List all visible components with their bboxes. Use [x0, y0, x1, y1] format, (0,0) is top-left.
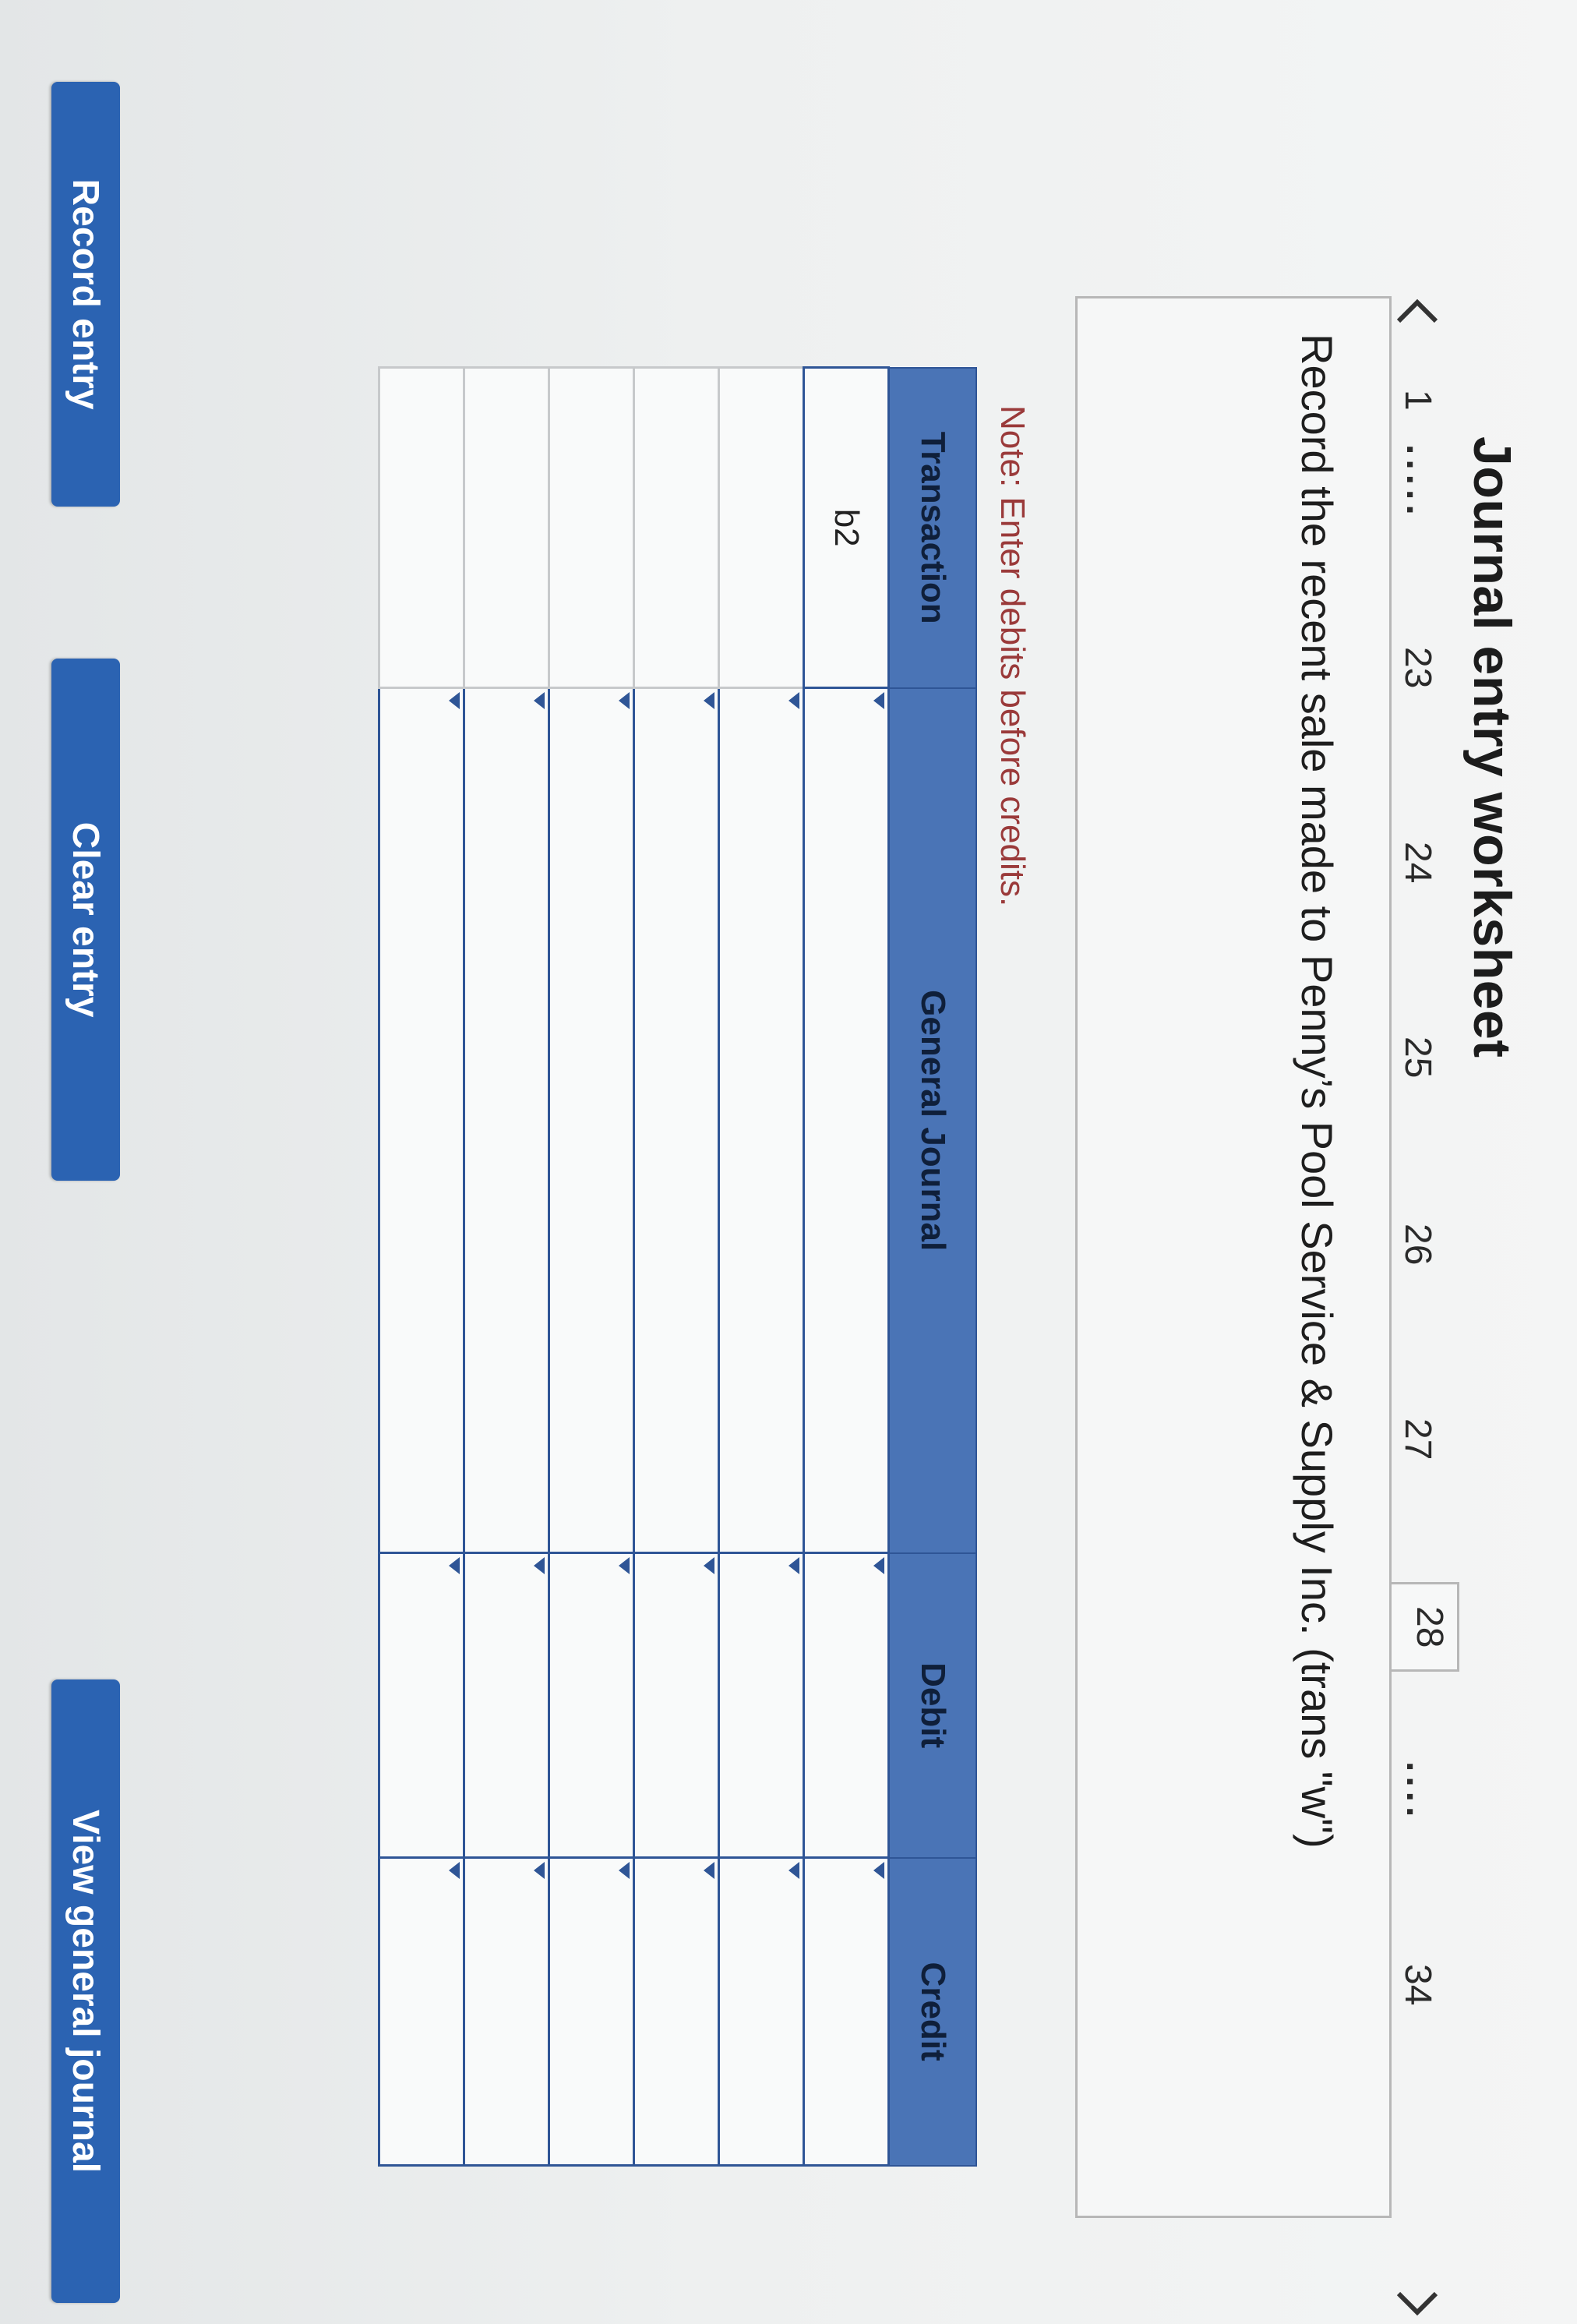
question-panel: Record the recent sale made to Penny’s P… [1075, 296, 1392, 2218]
table-row [549, 367, 634, 2166]
dropdown-marker-icon [704, 1862, 714, 1880]
dropdown-marker-icon [704, 1557, 714, 1574]
dropdown-marker-icon [534, 1862, 545, 1880]
dropdown-marker-icon [788, 1862, 799, 1880]
clear-entry-button[interactable]: Clear entry [51, 659, 120, 1181]
transaction-cell [549, 367, 634, 688]
dropdown-marker-icon [534, 1557, 545, 1574]
chevron-left-icon[interactable] [1394, 296, 1441, 327]
dropdown-marker-icon [449, 1862, 460, 1880]
credit-input-cell[interactable] [803, 1857, 889, 2166]
page-link-1[interactable]: 1 [1396, 390, 1439, 411]
transaction-cell: b2 [803, 367, 889, 688]
page-link-23[interactable]: 23 [1396, 647, 1439, 688]
account-input-cell[interactable] [379, 687, 464, 1553]
transaction-cell [464, 367, 549, 688]
column-header-credit: Credit [888, 1857, 976, 2166]
page-title: Journal entry worksheet [1462, 436, 1522, 1058]
account-input-cell[interactable] [549, 687, 634, 1553]
account-input-cell[interactable] [464, 687, 549, 1553]
page-link-34[interactable]: 34 [1396, 1964, 1439, 2005]
view-general-journal-button[interactable]: View general journal [51, 1679, 120, 2303]
chevron-right-icon[interactable] [1394, 2287, 1441, 2319]
page-link-25[interactable]: 25 [1396, 1037, 1439, 1078]
dropdown-marker-icon [788, 1557, 799, 1574]
dropdown-marker-icon [788, 692, 799, 710]
credit-input-cell[interactable] [549, 1857, 634, 2166]
account-input-cell[interactable] [633, 687, 719, 1553]
dropdown-marker-icon [873, 1557, 884, 1574]
table-header-row: Transaction General Journal Debit Credit [888, 367, 976, 2166]
debit-input-cell[interactable] [379, 1552, 464, 1858]
table-row [633, 367, 719, 2166]
dropdown-marker-icon [449, 692, 460, 710]
credit-input-cell[interactable] [633, 1857, 719, 2166]
pager-ellipsis: ..... [1399, 444, 1440, 520]
debit-input-cell[interactable] [549, 1552, 634, 1858]
dropdown-marker-icon [449, 1557, 460, 1574]
column-header-transaction: Transaction [888, 367, 976, 688]
page-link-28-active[interactable]: 28 [1385, 1582, 1459, 1672]
table-row [464, 367, 549, 2166]
transaction-cell [633, 367, 719, 688]
column-header-debit: Debit [888, 1552, 976, 1858]
debit-input-cell[interactable] [718, 1552, 804, 1858]
table-row: b2 [803, 367, 889, 2166]
worksheet-screen: Journal entry worksheet 1 ..... 23 24 25… [0, 0, 1577, 2324]
pager-ellipsis: .... [1399, 1761, 1440, 1822]
dropdown-marker-icon [873, 1862, 884, 1880]
dropdown-marker-icon [619, 692, 630, 710]
table-row [718, 367, 804, 2166]
dropdown-marker-icon [619, 1557, 630, 1574]
column-header-general-journal: General Journal [888, 687, 976, 1553]
debit-input-cell[interactable] [464, 1552, 549, 1858]
question-prompt: Record the recent sale made to Penny’s P… [1293, 334, 1342, 1849]
credit-input-cell[interactable] [379, 1857, 464, 2166]
record-entry-button[interactable]: Record entry [51, 82, 120, 507]
dropdown-marker-icon [619, 1862, 630, 1880]
table-row [379, 367, 464, 2166]
debit-input-cell[interactable] [803, 1552, 889, 1858]
dropdown-marker-icon [873, 692, 884, 710]
credit-input-cell[interactable] [464, 1857, 549, 2166]
entry-note: Note: Enter debits before credits. [993, 405, 1032, 907]
dropdown-marker-icon [534, 692, 545, 710]
debit-input-cell[interactable] [633, 1552, 719, 1858]
credit-input-cell[interactable] [718, 1857, 804, 2166]
transaction-cell [718, 367, 804, 688]
journal-entry-table: Transaction General Journal Debit Credit… [378, 366, 977, 2167]
page-link-27[interactable]: 27 [1396, 1418, 1439, 1460]
page-link-24[interactable]: 24 [1396, 842, 1439, 883]
dropdown-marker-icon [704, 692, 714, 710]
action-bar: Record entry Clear entry View general jo… [26, 0, 143, 2324]
page-link-26[interactable]: 26 [1396, 1224, 1439, 1265]
transaction-cell [379, 367, 464, 688]
account-input-cell[interactable] [718, 687, 804, 1553]
account-input-cell[interactable] [803, 687, 889, 1553]
